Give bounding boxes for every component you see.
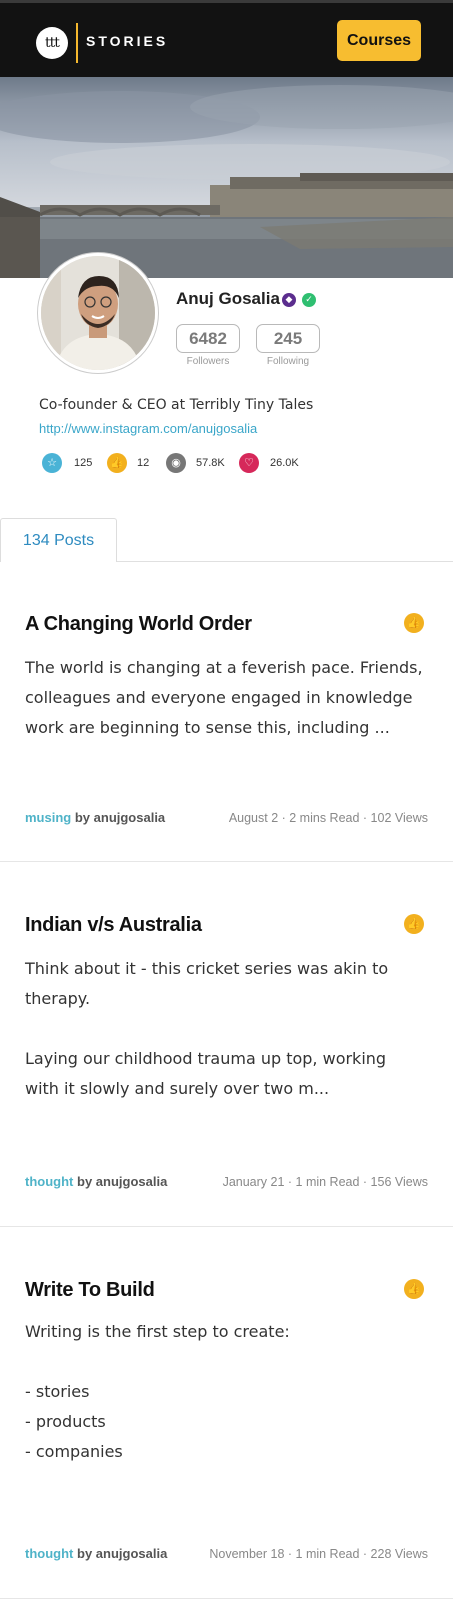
profile-link[interactable]: http://www.instagram.com/anujgosalia (39, 421, 257, 436)
post-card[interactable]: Write To Build 👍 Writing is the first st… (0, 1227, 453, 1599)
post-excerpt: Think about it - this cricket series was… (25, 959, 389, 1098)
thumbs-up-icon: 👍 (107, 453, 127, 473)
profile-name: Anuj Gosalia (176, 289, 280, 308)
post-meta: November 18 · 1 min Read · 228 Views (209, 1547, 428, 1561)
followers-label: Followers (186, 356, 230, 367)
profile-bio: Co-founder & CEO at Terribly Tiny Tales (39, 397, 314, 413)
post-category-link[interactable]: thought (25, 1174, 73, 1189)
top-navigation-bar: ttt STORIES Courses (0, 0, 453, 77)
likes-count: 12 (137, 457, 150, 469)
following-count[interactable]: 245 (256, 324, 320, 353)
post-category-link[interactable]: thought (25, 1546, 73, 1561)
verified-check-icon: ✓ (302, 293, 316, 307)
post-excerpt: Writing is the first step to create: - s… (25, 1322, 290, 1461)
followers-count[interactable]: 6482 (176, 324, 240, 353)
premium-badge-icon: ◆ (282, 293, 296, 307)
ttt-logo-icon[interactable]: ttt (36, 27, 68, 59)
post-category-link[interactable]: musing (25, 810, 71, 825)
thumbs-up-icon[interactable]: 👍 (404, 613, 424, 633)
post-card[interactable]: A Changing World Order 👍 The world is ch… (0, 562, 453, 862)
post-title[interactable]: Indian v/s Australia (25, 914, 202, 937)
eye-icon: ◉ (166, 453, 186, 473)
following-label: Following (266, 356, 310, 367)
tab-posts[interactable]: 134 Posts (0, 518, 117, 562)
post-meta: August 2 · 2 mins Read · 102 Views (228, 811, 428, 825)
post-title[interactable]: A Changing World Order (25, 613, 252, 636)
heart-icon: ♡ (239, 453, 259, 473)
thumbs-up-icon[interactable]: 👍 (404, 914, 424, 934)
post-card[interactable]: Indian v/s Australia 👍 Think about it - … (0, 862, 453, 1227)
profile-avatar[interactable] (38, 253, 158, 373)
post-byline: thought by anujgosalia (25, 1546, 167, 1561)
views-count: 57.8K (196, 457, 225, 469)
cover-photo (0, 77, 453, 278)
star-icon: ☆ (42, 453, 62, 473)
post-author[interactable]: by anujgosalia (77, 1174, 167, 1189)
post-byline: musing by anujgosalia (25, 810, 165, 825)
post-author[interactable]: by anujgosalia (77, 1546, 167, 1561)
post-excerpt: The world is changing at a feverish pace… (25, 658, 423, 737)
logo-divider (76, 23, 78, 63)
stars-count: 125 (74, 457, 93, 469)
post-author[interactable]: by anujgosalia (75, 810, 165, 825)
post-title[interactable]: Write To Build (25, 1279, 155, 1302)
post-byline: thought by anujgosalia (25, 1174, 167, 1189)
hearts-count: 26.0K (270, 457, 299, 469)
courses-button[interactable]: Courses (337, 20, 421, 61)
thumbs-up-icon[interactable]: 👍 (404, 1279, 424, 1299)
brand-name[interactable]: STORIES (86, 33, 168, 49)
post-meta: January 21 · 1 min Read · 156 Views (222, 1175, 428, 1189)
